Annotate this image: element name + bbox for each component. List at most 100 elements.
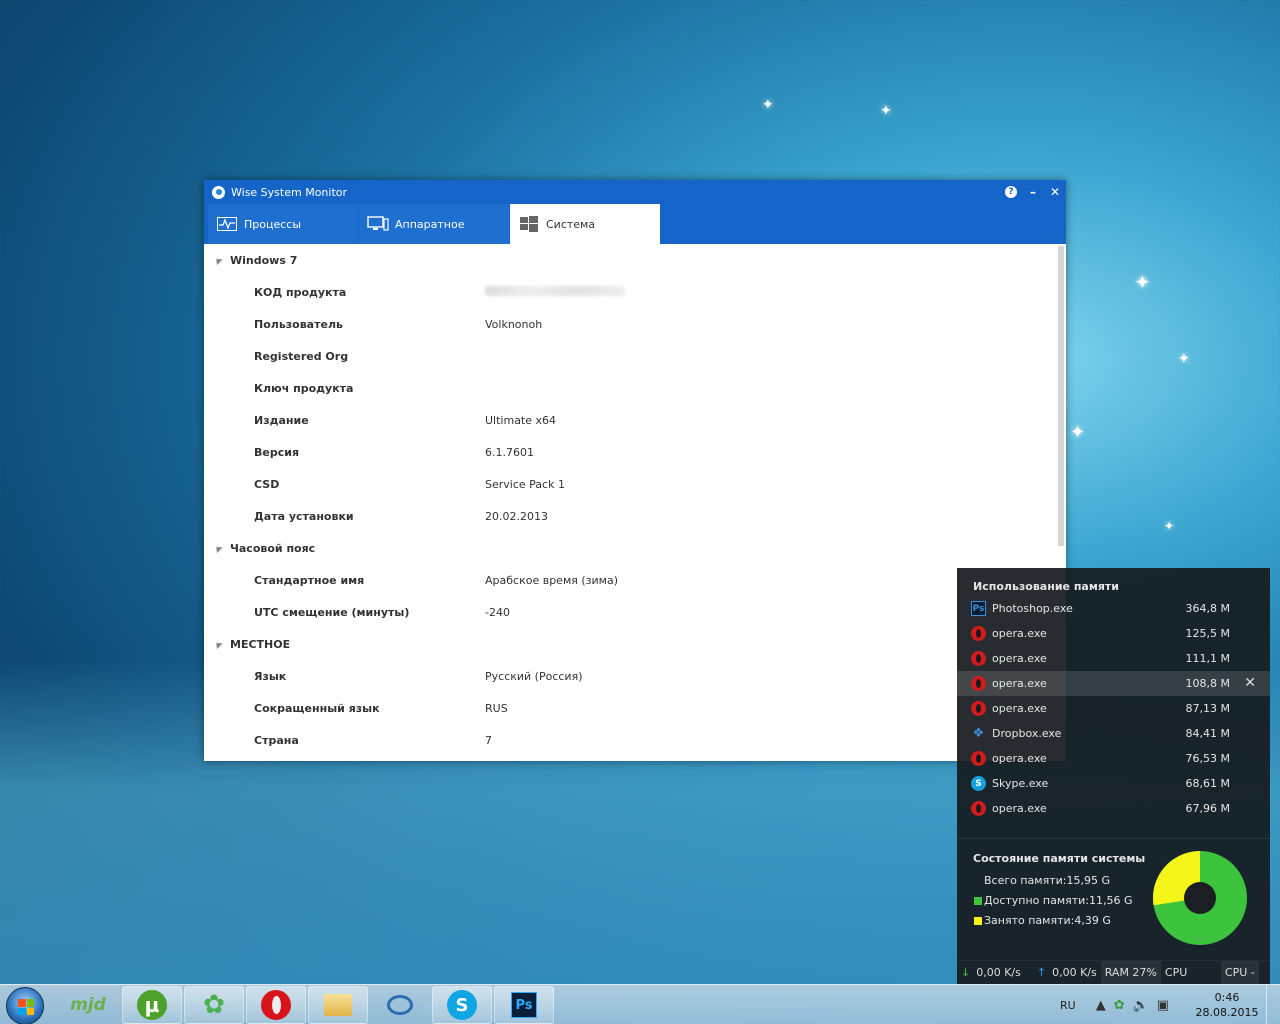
- upload-speed: ↑ 0,00 K/s: [1025, 961, 1101, 985]
- property-name: CSD: [254, 477, 280, 491]
- available-legend-swatch: [974, 896, 982, 905]
- taskbar-app-opera[interactable]: [246, 986, 306, 1024]
- process-name: opera.exe: [992, 752, 1047, 765]
- collapse-arrow-icon[interactable]: [213, 543, 223, 553]
- taskbar-app-photoshop[interactable]: Ps: [494, 986, 554, 1024]
- minimize-button[interactable]: –: [1022, 181, 1044, 203]
- show-desktop-button[interactable]: [1266, 985, 1280, 1024]
- process-name: Dropbox.exe: [992, 727, 1062, 740]
- tab-system[interactable]: Система: [510, 204, 660, 244]
- property-name: Издание: [254, 413, 309, 427]
- process-row[interactable]: opera.exe 76,53 M: [957, 746, 1270, 771]
- sparkle: ✦: [1178, 351, 1190, 367]
- group-header-windows[interactable]: Windows 7: [204, 244, 1056, 276]
- memory-state-title: Состояние памяти системы: [973, 852, 1146, 865]
- property-value: [485, 285, 1056, 299]
- download-speed-value: 0,00 K/s: [976, 966, 1021, 979]
- process-row[interactable]: opera.exe 125,5 M: [957, 621, 1270, 646]
- process-row-hovered[interactable]: opera.exe 108,8 M ✕: [957, 671, 1270, 696]
- taskbar-app-mjd[interactable]: mjd: [58, 986, 118, 1024]
- property-row: Язык Русский (Россия): [204, 660, 1056, 692]
- opera-icon: [971, 751, 986, 766]
- divider: [957, 838, 1270, 839]
- property-name: Стандартное имя: [254, 573, 365, 587]
- process-row[interactable]: S Skype.exe 68,61 M: [957, 771, 1270, 796]
- tab-processes[interactable]: Процессы: [208, 204, 358, 244]
- upload-arrow-icon: ↑: [1036, 966, 1047, 979]
- memory-available: Доступно памяти:11,56 G: [974, 894, 1133, 907]
- process-name: Skype.exe: [992, 777, 1049, 790]
- property-value: Ultimate x64: [485, 413, 557, 427]
- process-row[interactable]: opera.exe 67,96 M: [957, 796, 1270, 821]
- mjd-icon: mjd: [70, 995, 106, 1015]
- memory-usage-title: Использование памяти: [973, 580, 1119, 593]
- property-row: Дата установки 20.02.2013: [204, 500, 1056, 532]
- property-row: Стандартное имя Арабское время (зима): [204, 564, 1056, 596]
- property-value: Volknonoh: [485, 317, 543, 331]
- memory-total: Всего памяти:15,95 G: [974, 874, 1110, 887]
- upload-speed-value: 0,00 K/s: [1052, 966, 1097, 979]
- taskbar: mjd µ ✿ S Ps RU ▲ ✿ 🔈 ▣ 0:46 28.08.2015: [0, 984, 1280, 1024]
- opera-icon: [261, 990, 291, 1020]
- skype-icon: S: [971, 776, 986, 791]
- process-row[interactable]: Ps Photoshop.exe 364,8 M: [957, 596, 1270, 621]
- tab-hardware[interactable]: Аппаратное: [359, 204, 509, 244]
- taskbar-app-wise-monitor[interactable]: [370, 986, 430, 1024]
- used-legend-swatch: [974, 916, 982, 925]
- title-bar[interactable]: Wise System Monitor ? – ✕: [204, 180, 1066, 204]
- show-hidden-icons-icon[interactable]: ▲: [1096, 998, 1106, 1013]
- network-icon[interactable]: ▣: [1157, 998, 1169, 1013]
- clock-date: 28.08.2015: [1195, 1006, 1259, 1019]
- process-name: opera.exe: [992, 677, 1047, 690]
- close-button[interactable]: ✕: [1044, 181, 1066, 203]
- folder-icon: [324, 994, 352, 1016]
- property-name: Registered Org: [254, 349, 349, 363]
- download-speed: ↓ 0,00 K/s: [957, 961, 1025, 985]
- tray-app-icon[interactable]: ✿: [1114, 998, 1125, 1013]
- property-row: Издание Ultimate x64: [204, 404, 1056, 436]
- property-row: CSD Service Pack 1: [204, 468, 1056, 500]
- network-status-bar: ↓ 0,00 K/s ↑ 0,00 K/s RAM 27% CPU CPU -: [957, 960, 1270, 985]
- cpu-usage-2: CPU -: [1220, 960, 1259, 985]
- group-title: Часовой пояс: [230, 541, 316, 555]
- legend-spacer: [974, 877, 982, 885]
- taskbar-app-icq[interactable]: ✿: [184, 986, 244, 1024]
- clock[interactable]: 0:46 28.08.2015: [1192, 990, 1262, 1020]
- taskbar-app-skype[interactable]: S: [432, 986, 492, 1024]
- process-row[interactable]: opera.exe 87,13 M: [957, 696, 1270, 721]
- system-properties-list: Windows 7 КОД продукта Пользователь Volkn…: [204, 244, 1056, 761]
- process-memory: 108,8 M: [1185, 677, 1230, 690]
- help-button[interactable]: ?: [1000, 181, 1022, 203]
- process-memory-list: Ps Photoshop.exe 364,8 M opera.exe 125,5 M …: [957, 596, 1270, 821]
- process-name: opera.exe: [992, 652, 1047, 665]
- process-memory: 125,5 M: [1185, 627, 1230, 640]
- process-row[interactable]: ❖ Dropbox.exe 84,41 M: [957, 721, 1270, 746]
- start-button[interactable]: [6, 987, 44, 1024]
- skype-icon: S: [447, 990, 477, 1020]
- process-row[interactable]: opera.exe 111,1 M: [957, 646, 1270, 671]
- group-header-locale[interactable]: МЕСТНОЕ: [204, 628, 1056, 660]
- collapse-arrow-icon[interactable]: [213, 639, 223, 649]
- memory-used: Занято памяти:4,39 G: [974, 914, 1111, 927]
- eye-icon: [387, 995, 413, 1015]
- collapse-arrow-icon[interactable]: [213, 255, 223, 265]
- windows-logo-icon: [518, 216, 540, 232]
- download-arrow-icon: ↓: [961, 966, 971, 979]
- opera-icon: [971, 801, 986, 816]
- process-memory: 364,8 M: [1185, 602, 1230, 615]
- volume-icon[interactable]: 🔈: [1133, 998, 1149, 1013]
- taskbar-app-explorer[interactable]: [308, 986, 368, 1024]
- taskbar-app-utorrent[interactable]: µ: [122, 986, 182, 1024]
- process-memory: 84,41 M: [1185, 727, 1230, 740]
- memory-usage-widget: Использование памяти Ps Photoshop.exe 364,…: [957, 568, 1270, 985]
- property-row: Страна 7: [204, 724, 1056, 756]
- group-header-timezone[interactable]: Часовой пояс: [204, 532, 1056, 564]
- group-title: Windows 7: [230, 253, 298, 267]
- language-indicator[interactable]: RU: [1060, 999, 1076, 1012]
- property-name: Версия: [254, 445, 300, 459]
- end-process-close-icon[interactable]: ✕: [1244, 675, 1256, 691]
- process-memory: 76,53 M: [1185, 752, 1230, 765]
- scrollbar-thumb[interactable]: [1058, 246, 1064, 546]
- sparkle: ✦: [880, 103, 892, 119]
- group-title: МЕСТНОЕ: [230, 637, 291, 651]
